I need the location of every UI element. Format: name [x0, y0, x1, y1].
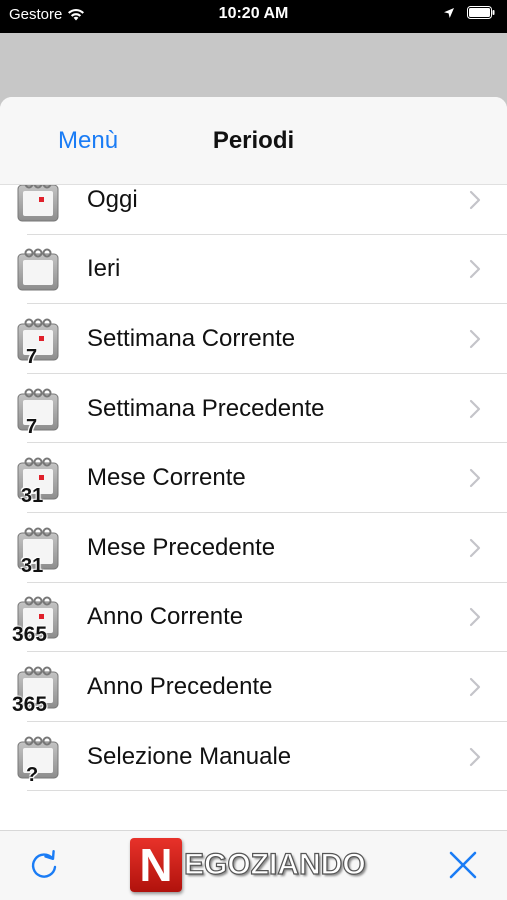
row-separator — [27, 790, 507, 792]
period-badge: 365 — [12, 623, 48, 647]
calendar-week-icon: 7 — [15, 385, 61, 437]
close-button[interactable] — [445, 847, 481, 883]
period-row[interactable]: ? Selezione Manuale — [0, 721, 507, 792]
battery-icon — [467, 6, 495, 19]
calendar-year-icon: 365 — [12, 593, 61, 645]
chevron-right-icon — [469, 329, 481, 349]
period-row[interactable]: 365 Anno Precedente — [0, 652, 507, 722]
calendar-year-icon: 365 — [12, 663, 61, 715]
chevron-right-icon — [469, 538, 481, 557]
period-label: Selezione Manuale — [87, 742, 292, 770]
period-row[interactable]: 365 Anno Corrente — [0, 582, 507, 653]
period-badge: 365 — [12, 692, 48, 716]
calendar-month-icon: 31 — [15, 454, 61, 506]
logo-mark: N — [130, 838, 182, 892]
period-row[interactable]: 31 Mese Precedente — [0, 512, 507, 583]
period-label: Oggi — [87, 185, 138, 213]
logo-text: EGOZIANDO — [183, 847, 366, 881]
period-label: Settimana Precedente — [87, 394, 325, 422]
period-badge: 31 — [21, 485, 44, 508]
refresh-icon — [31, 850, 57, 878]
chevron-right-icon — [469, 677, 481, 697]
location-arrow-icon — [444, 7, 454, 18]
navigation-bar: Menù Periodi — [0, 97, 507, 185]
period-badge: 7 — [26, 415, 38, 438]
status-right — [443, 6, 495, 19]
chevron-right-icon — [469, 190, 481, 209]
calendar-yesterday-icon — [15, 245, 61, 293]
periods-list: Oggi Ieri 7 Settimana Corrente 7 Settimana Pr… — [0, 165, 507, 792]
period-label: Mese Precedente — [87, 533, 276, 561]
page-title: Periodi — [212, 127, 295, 154]
chevron-right-icon — [469, 608, 481, 627]
calendar-month-icon: 31 — [15, 524, 61, 576]
close-icon — [449, 851, 477, 879]
period-label: Anno Corrente — [87, 603, 244, 631]
refresh-button[interactable] — [26, 847, 62, 883]
status-bar: Gestore 10:20 AM — [0, 0, 507, 33]
period-label: Mese Corrente — [87, 464, 246, 492]
period-row[interactable]: Ieri — [0, 234, 507, 305]
period-row[interactable]: 7 Settimana Precedente — [0, 373, 507, 444]
bottom-toolbar: N EGOZIANDO — [0, 830, 507, 900]
chevron-right-icon — [469, 469, 481, 488]
negoziando-logo: N EGOZIANDO — [130, 837, 375, 893]
period-badge: 31 — [21, 554, 44, 577]
period-row[interactable]: 31 Mese Corrente — [0, 443, 507, 513]
period-badge: 7 — [26, 345, 38, 368]
chevron-right-icon — [469, 260, 481, 279]
period-row[interactable]: 7 Settimana Corrente — [0, 304, 507, 374]
chevron-right-icon — [469, 747, 481, 766]
period-label: Ieri — [87, 255, 121, 283]
periods-sheet: Oggi Ieri 7 Settimana Corrente 7 Settimana Pr… — [0, 97, 507, 900]
status-time: 10:20 AM — [218, 5, 289, 22]
calendar-week-icon: 7 — [15, 315, 61, 367]
period-label: Anno Precedente — [87, 672, 273, 700]
chevron-right-icon — [469, 399, 481, 418]
period-badge: ? — [26, 763, 39, 786]
calendar-manual-icon: ? — [15, 733, 61, 785]
period-label: Settimana Corrente — [87, 324, 296, 352]
